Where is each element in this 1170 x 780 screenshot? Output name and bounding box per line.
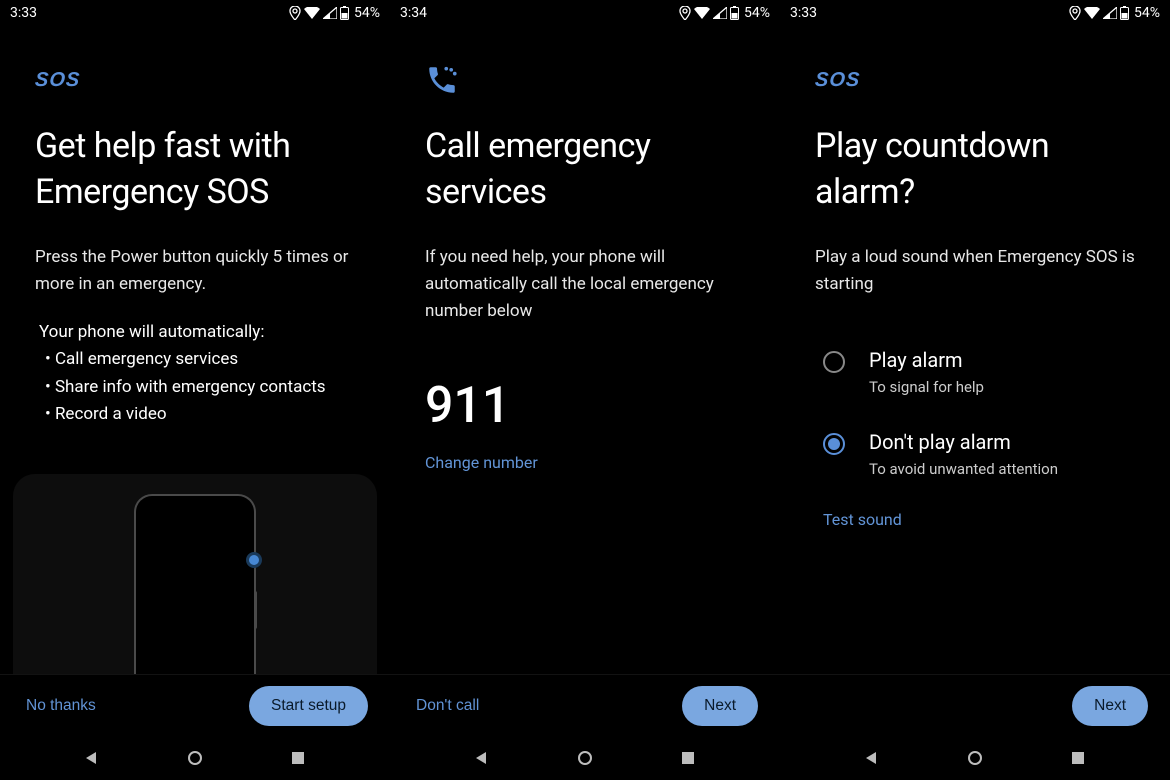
change-number-link[interactable]: Change number	[425, 453, 745, 472]
start-setup-button[interactable]: Start setup	[249, 686, 368, 726]
radio-play-alarm[interactable]: Play alarm To signal for help	[815, 336, 1135, 418]
phone-icon	[425, 64, 745, 96]
nav-home-icon[interactable]	[963, 746, 987, 770]
battery-icon	[730, 6, 739, 20]
status-right: 54%	[289, 5, 380, 21]
page-title: Call emergency services	[425, 124, 745, 216]
next-button[interactable]: Next	[682, 686, 758, 726]
status-time: 3:33	[790, 5, 817, 21]
screen-sos-intro: 3:33 54% SOS Get help fast with Emergenc…	[0, 0, 390, 780]
navigation-bar	[0, 736, 390, 780]
radio-title: Don't play alarm	[869, 430, 1058, 454]
content: SOS Play countdown alarm? Play a loud so…	[780, 26, 1170, 674]
nav-home-icon[interactable]	[573, 746, 597, 770]
wifi-icon	[304, 7, 320, 19]
radio-subtitle: To avoid unwanted attention	[869, 460, 1058, 478]
nav-recent-icon[interactable]	[1066, 746, 1090, 770]
battery-percent: 54%	[1134, 5, 1160, 21]
signal-icon	[323, 7, 337, 19]
alarm-options: Play alarm To signal for help Don't play…	[815, 336, 1135, 500]
page-title: Get help fast with Emergency SOS	[35, 124, 355, 216]
list-intro: Your phone will automatically:	[35, 322, 355, 342]
sos-icon: SOS	[35, 64, 355, 96]
signal-icon	[1103, 7, 1117, 19]
navigation-bar	[780, 736, 1170, 780]
content: SOS Get help fast with Emergency SOS Pre…	[0, 26, 390, 674]
wifi-icon	[694, 7, 710, 19]
location-icon	[679, 6, 691, 20]
bullet-item: Call emergency services	[35, 346, 355, 374]
status-time: 3:34	[400, 5, 427, 21]
radio-icon-checked	[823, 433, 845, 455]
battery-icon	[1120, 6, 1129, 20]
content: Call emergency services If you need help…	[390, 26, 780, 674]
footer: Don't call Next	[390, 674, 780, 736]
radio-text: Play alarm To signal for help	[869, 348, 984, 396]
location-icon	[289, 6, 301, 20]
status-right: 54%	[1069, 5, 1160, 21]
bullet-item: Record a video	[35, 401, 355, 429]
radio-icon	[823, 351, 845, 373]
status-bar: 3:33 54%	[780, 0, 1170, 26]
nav-back-icon[interactable]	[470, 746, 494, 770]
screen-countdown-alarm: 3:33 54% SOS Play countdown alarm? Play …	[780, 0, 1170, 780]
status-time: 3:33	[10, 5, 37, 21]
status-bar: 3:33 54%	[0, 0, 390, 26]
emergency-number: 911	[425, 377, 745, 435]
phone-illustration	[13, 474, 377, 674]
nav-recent-icon[interactable]	[676, 746, 700, 770]
location-icon	[1069, 6, 1081, 20]
page-subtitle: If you need help, your phone will automa…	[425, 244, 745, 326]
wifi-icon	[1084, 7, 1100, 19]
status-bar: 3:34 54%	[390, 0, 780, 26]
radio-dont-play-alarm[interactable]: Don't play alarm To avoid unwanted atten…	[815, 418, 1135, 500]
page-subtitle: Press the Power button quickly 5 times o…	[35, 244, 355, 298]
footer: Next	[780, 674, 1170, 736]
nav-home-icon[interactable]	[183, 746, 207, 770]
battery-icon	[340, 6, 349, 20]
battery-percent: 54%	[744, 5, 770, 21]
feature-list: Your phone will automatically: Call emer…	[35, 322, 355, 429]
page-title: Play countdown alarm?	[815, 124, 1135, 216]
bullet-item: Share info with emergency contacts	[35, 374, 355, 402]
no-thanks-button[interactable]: No thanks	[22, 691, 100, 721]
radio-title: Play alarm	[869, 348, 984, 372]
sos-icon: SOS	[815, 64, 1135, 96]
navigation-bar	[390, 736, 780, 780]
nav-recent-icon[interactable]	[286, 746, 310, 770]
radio-text: Don't play alarm To avoid unwanted atten…	[869, 430, 1058, 478]
nav-back-icon[interactable]	[860, 746, 884, 770]
footer: No thanks Start setup	[0, 674, 390, 736]
next-button[interactable]: Next	[1072, 686, 1148, 726]
status-right: 54%	[679, 5, 770, 21]
screen-call-services: 3:34 54% Call emergency services If you …	[390, 0, 780, 780]
nav-back-icon[interactable]	[80, 746, 104, 770]
battery-percent: 54%	[354, 5, 380, 21]
signal-icon	[713, 7, 727, 19]
page-subtitle: Play a loud sound when Emergency SOS is …	[815, 244, 1135, 298]
dont-call-button[interactable]: Don't call	[412, 691, 483, 721]
test-sound-link[interactable]: Test sound	[815, 510, 1135, 529]
radio-subtitle: To signal for help	[869, 378, 984, 396]
